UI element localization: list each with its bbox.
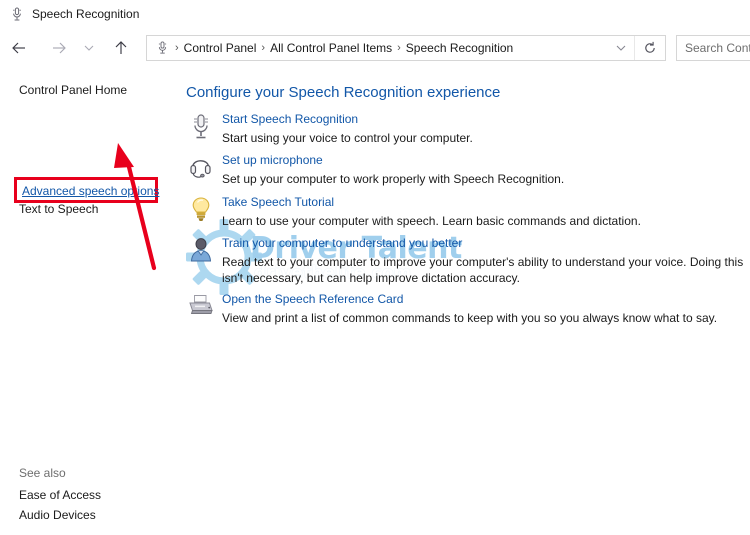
up-button[interactable] — [108, 34, 134, 62]
main-pane: Configure your Speech Recognition experi… — [184, 68, 750, 535]
task-link-start-speech-recognition[interactable]: Start Speech Recognition — [222, 112, 744, 127]
recent-locations-button[interactable] — [80, 34, 98, 62]
search-input[interactable]: Search Control Panel — [685, 41, 750, 55]
control-panel-window: Speech Recognition › Control Panel › All… — [0, 0, 750, 535]
task-description: Learn to use your computer with speech. … — [222, 214, 641, 228]
chevron-down-icon — [616, 45, 626, 51]
lightbulb-icon — [184, 195, 218, 229]
breadcrumb-item-speech-recognition[interactable]: Speech Recognition — [402, 41, 517, 55]
task-item-open-speech-reference-card[interactable]: Open the Speech Reference Card View and … — [184, 292, 744, 326]
breadcrumb-item-all-control-panel-items[interactable]: All Control Panel Items — [266, 41, 396, 55]
task-link-set-up-microphone[interactable]: Set up microphone — [222, 153, 744, 168]
address-bar[interactable]: › Control Panel › All Control Panel Item… — [146, 35, 666, 61]
task-text: Open the Speech Reference Card View and … — [218, 292, 744, 326]
task-item-start-speech-recognition[interactable]: Start Speech Recognition Start using you… — [184, 112, 744, 146]
sidebar-item-advanced-speech-options[interactable]: Advanced speech options — [22, 184, 159, 198]
address-dropdown-button[interactable] — [608, 36, 634, 60]
arrow-up-icon — [115, 41, 127, 54]
page-title: Configure your Speech Recognition experi… — [186, 84, 501, 101]
microphone-icon — [184, 112, 218, 146]
task-text: Take Speech Tutorial Learn to use your c… — [218, 195, 744, 229]
task-text: Train your computer to understand you be… — [218, 236, 744, 286]
sidebar-item-control-panel-home[interactable]: Control Panel Home — [19, 83, 127, 97]
user-training-icon — [184, 236, 218, 286]
search-control-panel-box[interactable]: Search Control Panel — [676, 35, 750, 61]
title-bar: Speech Recognition — [0, 0, 750, 28]
content-area: Control Panel Home Advanced speech optio… — [0, 68, 750, 535]
refresh-icon — [645, 41, 655, 53]
task-link-open-speech-reference-card[interactable]: Open the Speech Reference Card — [222, 292, 744, 307]
window-title: Speech Recognition — [32, 7, 140, 21]
task-item-take-speech-tutorial[interactable]: Take Speech Tutorial Learn to use your c… — [184, 195, 744, 229]
printer-icon — [184, 292, 218, 326]
forward-button[interactable] — [46, 34, 72, 62]
task-text: Set up microphone Set up your computer t… — [218, 153, 744, 187]
back-button[interactable] — [6, 34, 32, 62]
see-also-label: See also — [19, 466, 66, 480]
task-item-train-your-computer[interactable]: Train your computer to understand you be… — [184, 236, 744, 286]
task-description: Start using your voice to control your c… — [222, 131, 473, 145]
see-also-item-ease-of-access[interactable]: Ease of Access — [19, 488, 101, 502]
highlight-box-advanced-speech-options: Advanced speech options — [14, 177, 159, 203]
refresh-button[interactable] — [634, 36, 665, 60]
headset-icon — [184, 153, 218, 187]
navigation-bar: › Control Panel › All Control Panel Item… — [0, 28, 750, 68]
task-text: Start Speech Recognition Start using you… — [218, 112, 744, 146]
task-item-set-up-microphone[interactable]: Set up microphone Set up your computer t… — [184, 153, 744, 187]
arrow-left-icon — [12, 42, 25, 54]
see-also-item-audio-devices[interactable]: Audio Devices — [19, 508, 96, 522]
task-description: Read text to your computer to improve yo… — [222, 255, 744, 285]
task-description: View and print a list of common commands… — [222, 311, 718, 325]
breadcrumb-item-control-panel[interactable]: Control Panel — [180, 41, 261, 55]
microphone-icon — [8, 6, 25, 23]
breadcrumb: › Control Panel › All Control Panel Item… — [174, 41, 608, 55]
task-description: Set up your computer to work properly wi… — [222, 172, 565, 186]
chevron-down-icon — [84, 45, 94, 51]
task-link-take-speech-tutorial[interactable]: Take Speech Tutorial — [222, 195, 744, 210]
arrow-right-icon — [53, 42, 66, 54]
microphone-icon — [152, 38, 172, 58]
task-link-train-your-computer[interactable]: Train your computer to understand you be… — [222, 236, 744, 251]
left-navigation-pane: Control Panel Home Advanced speech optio… — [0, 68, 184, 535]
sidebar-item-text-to-speech[interactable]: Text to Speech — [19, 202, 98, 216]
